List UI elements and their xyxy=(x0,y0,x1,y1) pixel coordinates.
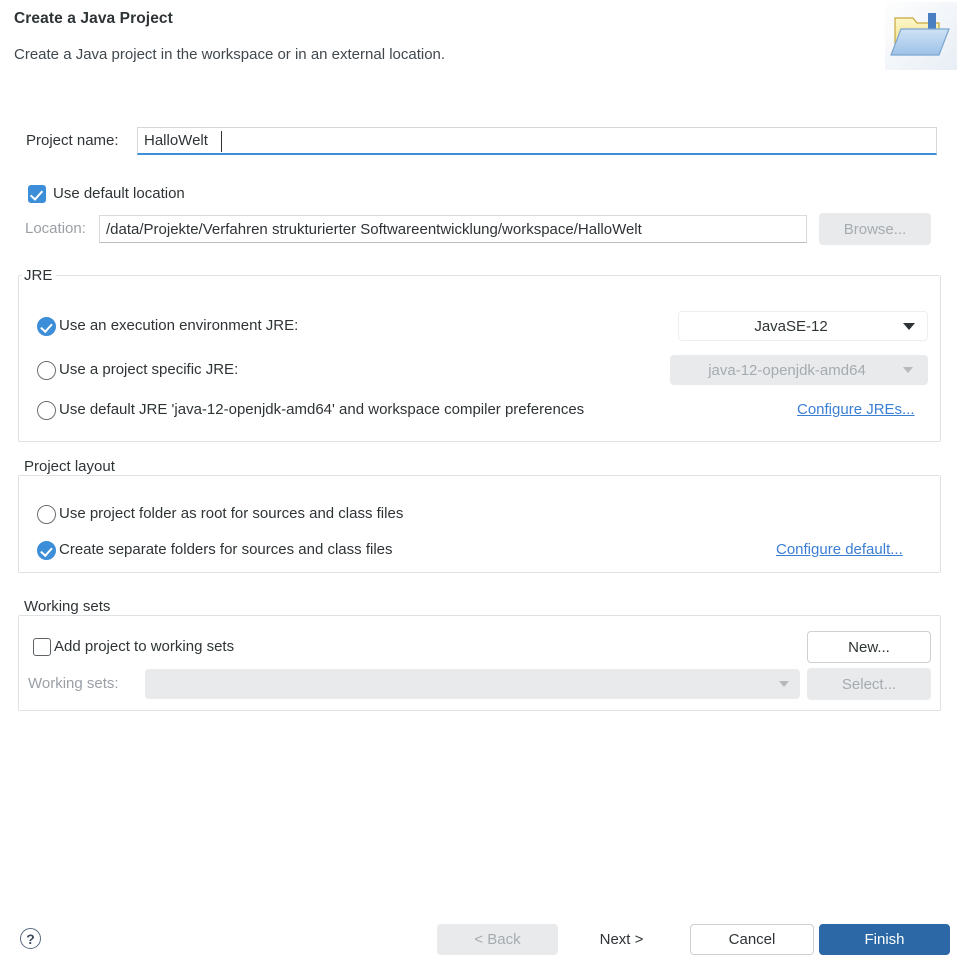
working-sets-label: Working sets: xyxy=(28,675,119,692)
project-name-label: Project name: xyxy=(26,132,119,149)
page-description: Create a Java project in the workspace o… xyxy=(14,46,446,63)
cancel-button[interactable]: Cancel xyxy=(690,924,814,955)
working-sets-combo[interactable] xyxy=(145,669,800,699)
project-name-input[interactable] xyxy=(137,127,937,155)
chevron-down-icon xyxy=(903,322,915,330)
jre-option-default-label: Use default JRE 'java-12-openjdk-amd64' … xyxy=(59,401,585,418)
jre-radio-project-specific[interactable] xyxy=(37,361,56,380)
project-layout-group-title: Project layout xyxy=(22,458,119,475)
text-caret xyxy=(221,131,222,152)
project-layout-group xyxy=(18,475,941,573)
use-default-location-checkbox[interactable] xyxy=(28,185,46,203)
configure-default-link[interactable]: Configure default... xyxy=(776,541,903,558)
jre-group-title: JRE xyxy=(22,267,57,284)
jre-option-project-specific-label: Use a project specific JRE: xyxy=(59,361,239,378)
project-specific-jre-combo-value: java-12-openjdk-amd64 xyxy=(708,361,866,379)
browse-button[interactable]: Browse... xyxy=(819,213,931,245)
layout-option-project-folder-root-label: Use project folder as root for sources a… xyxy=(59,505,404,522)
help-icon[interactable]: ? xyxy=(20,928,41,949)
location-input[interactable] xyxy=(99,215,807,243)
jre-radio-execution-environment[interactable] xyxy=(37,317,56,336)
finish-button[interactable]: Finish xyxy=(819,924,950,955)
create-java-project-dialog: Create a Java Project Create a Java proj… xyxy=(0,0,961,976)
new-working-set-button[interactable]: New... xyxy=(807,631,931,663)
location-label: Location: xyxy=(25,220,86,237)
next-button[interactable]: Next > xyxy=(561,924,682,955)
select-working-set-button[interactable]: Select... xyxy=(807,668,931,700)
dialog-header: Create a Java Project Create a Java proj… xyxy=(0,0,961,75)
add-project-to-working-sets-checkbox[interactable] xyxy=(33,638,51,656)
layout-option-separate-folders-label: Create separate folders for sources and … xyxy=(59,541,393,558)
execution-environment-combo-value: JavaSE-12 xyxy=(754,317,828,335)
add-project-to-working-sets-label: Add project to working sets xyxy=(54,638,235,655)
use-default-location-label: Use default location xyxy=(53,185,185,202)
jre-option-execution-environment-label: Use an execution environment JRE: xyxy=(59,317,299,334)
working-sets-group-title: Working sets xyxy=(22,598,115,615)
layout-radio-project-folder-root[interactable] xyxy=(37,505,56,524)
chevron-down-icon xyxy=(903,367,913,373)
configure-jres-link[interactable]: Configure JREs... xyxy=(797,401,915,418)
layout-radio-separate-folders[interactable] xyxy=(37,541,56,560)
chevron-down-icon xyxy=(779,681,789,687)
back-button[interactable]: < Back xyxy=(437,924,558,955)
project-specific-jre-combo[interactable]: java-12-openjdk-amd64 xyxy=(670,355,928,385)
jre-radio-default[interactable] xyxy=(37,401,56,420)
page-title: Create a Java Project xyxy=(14,10,173,27)
execution-environment-combo[interactable]: JavaSE-12 xyxy=(678,311,928,341)
java-project-folder-icon xyxy=(885,2,957,70)
